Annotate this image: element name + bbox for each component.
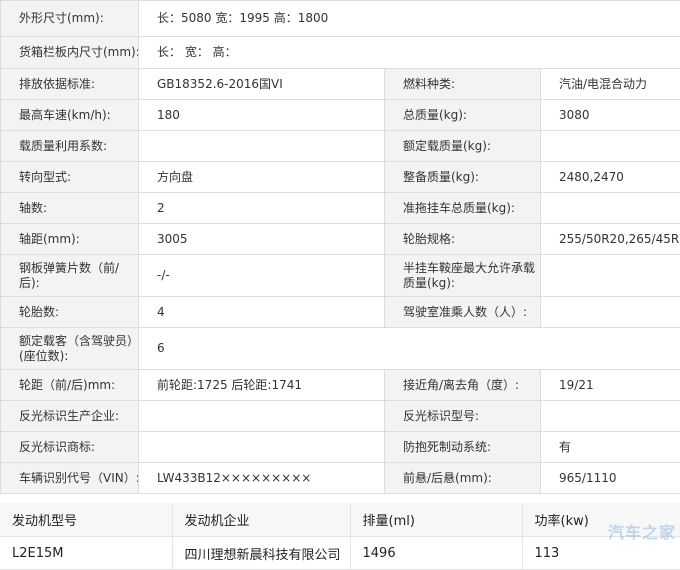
spec-label: 车辆识别代号（VIN）: — [0, 462, 139, 494]
spec-label: 转向型式: — [0, 161, 139, 193]
spec-value — [539, 130, 680, 162]
watermark: 汽车之家 — [607, 523, 676, 542]
spec-label: 最高车速(km/h): — [0, 99, 139, 131]
spec-value: 180 — [138, 99, 385, 131]
spec-value — [539, 192, 680, 224]
engine-row: L2E15M 四川理想新晨科技有限公司 1496 113 — [0, 536, 680, 570]
spec-value: 255/50R20,265/45R21 — [539, 223, 680, 255]
spec-value: GB18352.6-2016国VI — [138, 68, 385, 100]
spec-row-seats: 额定载客（含驾驶员）(座位数): 6 — [0, 327, 680, 370]
spec-label: 驾驶室准乘人数（人）: — [384, 296, 541, 328]
spec-value — [539, 296, 680, 328]
spec-row: 轮距（前/后)mm: 前轮距:1725 后轮距:1741 接近角/离去角（度）:… — [0, 369, 680, 401]
spec-value: 有 — [539, 431, 680, 463]
spec-row-dims: 外形尺寸(mm): 长：5080 宽：1995 高：1800 — [0, 0, 680, 37]
engine-model: L2E15M — [0, 536, 172, 570]
spec-row: 反光标识商标: 防抱死制动系统: 有 — [0, 431, 680, 463]
spec-value: -/- — [138, 254, 385, 297]
spec-label: 准拖挂车总质量(kg): — [384, 192, 541, 224]
spec-value — [138, 130, 385, 162]
engine-displacement: 1496 — [349, 536, 522, 570]
spec-label: 接近角/离去角（度）: — [384, 369, 541, 401]
spec-value — [539, 400, 680, 432]
dims-value: 长：5080 宽：1995 高：1800 — [137, 0, 680, 37]
spec-value: 3080 — [539, 99, 680, 131]
spec-label: 反光标识生产企业: — [0, 400, 139, 432]
engine-maker: 四川理想新晨科技有限公司 — [171, 536, 350, 570]
seats-label: 额定载客（含驾驶员）(座位数): — [0, 327, 139, 370]
spec-label: 轮胎数: — [0, 296, 139, 328]
spec-value: 3005 — [138, 223, 385, 255]
spec-row: 钢板弹簧片数（前/后): -/- 半挂车鞍座最大允许承载质量(kg): — [0, 254, 680, 297]
engine-table: 发动机型号 发动机企业 排量(ml) 功率(kw) L2E15M 四川理想新晨科… — [0, 503, 680, 570]
spec-value: 方向盘 — [138, 161, 385, 193]
spec-row: 转向型式: 方向盘 整备质量(kg): 2480,2470 — [0, 161, 680, 193]
spec-row-cargo: 货箱栏板内尺寸(mm): 长： 宽： 高： — [0, 36, 680, 69]
engine-header-displacement: 排量(ml) — [349, 503, 522, 537]
spec-label: 前悬/后悬(mm): — [384, 462, 541, 494]
spec-row: 排放依据标准: GB18352.6-2016国VI 燃料种类: 汽油/电混合动力 — [0, 68, 680, 100]
spec-label: 燃料种类: — [384, 68, 541, 100]
dims-label: 外形尺寸(mm): — [0, 0, 139, 37]
spec-row: 轮胎数: 4 驾驶室准乘人数（人）: — [0, 296, 680, 328]
spec-label: 反光标识型号: — [384, 400, 541, 432]
spec-value: LW433B12××××××××× — [138, 462, 385, 494]
spec-value — [539, 254, 680, 297]
spec-label: 半挂车鞍座最大允许承载质量(kg): — [384, 254, 541, 297]
spec-value: 2 — [138, 192, 385, 224]
spec-label: 轴距(mm): — [0, 223, 139, 255]
spec-row: 轴数: 2 准拖挂车总质量(kg): — [0, 192, 680, 224]
spec-label: 排放依据标准: — [0, 68, 139, 100]
engine-header-model: 发动机型号 — [0, 503, 172, 537]
spec-label: 轮距（前/后)mm: — [0, 369, 139, 401]
spec-row: 最高车速(km/h): 180 总质量(kg): 3080 — [0, 99, 680, 131]
spec-row: 车辆识别代号（VIN）: LW433B12××××××××× 前悬/后悬(mm)… — [0, 462, 680, 494]
spec-value: 965/1110 — [539, 462, 680, 494]
spec-row: 载质量利用系数: 额定载质量(kg): — [0, 130, 680, 162]
spec-label: 钢板弹簧片数（前/后): — [0, 254, 139, 297]
spec-label: 轮胎规格: — [384, 223, 541, 255]
spec-value: 汽油/电混合动力 — [539, 68, 680, 100]
spec-row: 反光标识生产企业: 反光标识型号: — [0, 400, 680, 432]
spec-label: 防抱死制动系统: — [384, 431, 541, 463]
spec-value: 19/21 — [539, 369, 680, 401]
engine-header-row: 发动机型号 发动机企业 排量(ml) 功率(kw) — [0, 503, 680, 537]
spec-label: 反光标识商标: — [0, 431, 139, 463]
spec-label: 总质量(kg): — [384, 99, 541, 131]
spec-value: 4 — [138, 296, 385, 328]
spec-value: 2480,2470 — [539, 161, 680, 193]
spec-label: 整备质量(kg): — [384, 161, 541, 193]
cargo-label: 货箱栏板内尺寸(mm): — [0, 36, 139, 69]
spec-value — [138, 400, 385, 432]
spec-row: 轴距(mm): 3005 轮胎规格: 255/50R20,265/45R21 — [0, 223, 680, 255]
spec-value — [138, 431, 385, 463]
spec-label: 轴数: — [0, 192, 139, 224]
spec-label: 载质量利用系数: — [0, 130, 139, 162]
cargo-value: 长： 宽： 高： — [137, 36, 680, 69]
spec-table: 外形尺寸(mm): 长：5080 宽：1995 高：1800 货箱栏板内尺寸(m… — [0, 0, 680, 494]
engine-header-maker: 发动机企业 — [171, 503, 350, 537]
seats-value: 6 — [137, 327, 680, 370]
spec-value: 前轮距:1725 后轮距:1741 — [138, 369, 385, 401]
spec-label: 额定载质量(kg): — [384, 130, 541, 162]
